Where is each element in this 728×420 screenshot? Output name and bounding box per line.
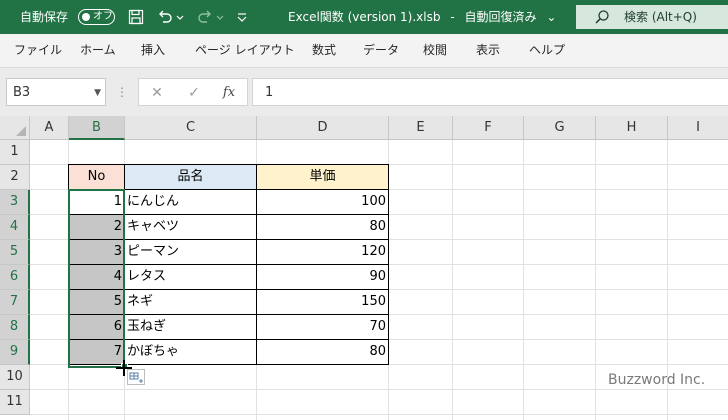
- gridline: [30, 389, 728, 390]
- row-header-6[interactable]: 6: [0, 265, 30, 290]
- tab-help[interactable]: ヘルプ: [529, 42, 565, 58]
- row-header-2[interactable]: 2: [0, 165, 30, 190]
- enter-icon[interactable]: ✓: [184, 83, 204, 103]
- autofill-options-icon[interactable]: [127, 369, 145, 385]
- formula-bar: B3 ▼ ⋮ ✕ ✓ fx 1: [0, 68, 728, 116]
- header-cell-name[interactable]: 品名: [124, 164, 257, 190]
- file-name: Excel関数 (version 1).xlsb: [288, 10, 441, 24]
- cell-price[interactable]: 80: [256, 214, 389, 240]
- cell-price[interactable]: 90: [256, 264, 389, 290]
- search-box[interactable]: 検索 (Alt+Q): [576, 5, 728, 29]
- row-header-8[interactable]: 8: [0, 315, 30, 340]
- row-header-7[interactable]: 7: [0, 290, 30, 315]
- cell-no[interactable]: 6: [68, 314, 125, 340]
- toggle-knob: [82, 13, 90, 21]
- cell-name[interactable]: レタス: [124, 264, 257, 290]
- cell-name[interactable]: ピーマン: [124, 239, 257, 265]
- cell-no[interactable]: 5: [68, 289, 125, 315]
- cell-name[interactable]: キャベツ: [124, 214, 257, 240]
- formula-buttons: ✕ ✓ fx: [138, 78, 248, 106]
- cell-no[interactable]: 1: [68, 189, 125, 215]
- gridline: [452, 140, 453, 420]
- row-header-11[interactable]: 11: [0, 390, 30, 415]
- insert-function-icon[interactable]: fx: [219, 83, 239, 103]
- column-header-i[interactable]: I: [668, 116, 728, 140]
- tab-page-layout[interactable]: ページ レイアウト: [195, 42, 295, 58]
- formula-bar-handle-icon[interactable]: ⋮: [116, 80, 128, 104]
- cell-price[interactable]: 80: [256, 339, 389, 365]
- gridline: [30, 414, 728, 415]
- name-box-value: B3: [13, 85, 31, 100]
- tab-home[interactable]: ホーム: [80, 42, 116, 58]
- row-header-3[interactable]: 3: [0, 190, 30, 215]
- cell-price[interactable]: 100: [256, 189, 389, 215]
- row-header-5[interactable]: 5: [0, 240, 30, 265]
- save-icon[interactable]: [127, 8, 145, 26]
- tab-formulas[interactable]: 数式: [312, 42, 336, 58]
- tab-file[interactable]: ファイル: [14, 42, 62, 58]
- cell-name[interactable]: かぼちゃ: [124, 339, 257, 365]
- column-header-a[interactable]: A: [30, 116, 69, 140]
- cell-price[interactable]: 70: [256, 314, 389, 340]
- search-icon: [594, 9, 610, 25]
- formula-value: 1: [265, 85, 274, 100]
- autosave-state: オフ: [93, 11, 113, 22]
- name-box-dropdown-icon[interactable]: ▼: [94, 85, 101, 101]
- column-header-b[interactable]: B: [69, 116, 125, 140]
- column-header-d[interactable]: D: [257, 116, 389, 140]
- column-header-c[interactable]: C: [125, 116, 257, 140]
- row-header-10[interactable]: 10: [0, 365, 30, 390]
- redo-icon: [196, 8, 214, 26]
- cell-no[interactable]: 4: [68, 264, 125, 290]
- name-box[interactable]: B3 ▼: [6, 78, 106, 106]
- ribbon-tabs: ファイル ホーム 挿入 ページ レイアウト 数式 データ 校閲 表示 ヘルプ: [0, 34, 728, 68]
- cell-price[interactable]: 120: [256, 239, 389, 265]
- row-header-4[interactable]: 4: [0, 215, 30, 240]
- undo-icon[interactable]: [156, 8, 174, 26]
- watermark: Buzzword Inc.: [608, 372, 706, 388]
- row-header-9[interactable]: 9: [0, 340, 30, 365]
- autosave-label: 自動保存: [20, 10, 69, 24]
- title-separator: -: [450, 10, 455, 24]
- cell-name[interactable]: 玉ねぎ: [124, 314, 257, 340]
- customize-toolbar-icon[interactable]: [236, 8, 248, 26]
- cell-no[interactable]: 2: [68, 214, 125, 240]
- header-cell-price[interactable]: 単価: [256, 164, 389, 190]
- spreadsheet-grid[interactable]: A B C D E F G H I 1 2 3 4 5 6 7 8 9 10 1…: [0, 116, 728, 420]
- title-bar: 自動保存 オフ Excel関数 (version 1).xlsb - 自動回復済…: [0, 0, 728, 34]
- tab-insert[interactable]: 挿入: [141, 42, 165, 58]
- cell-name[interactable]: にんじん: [124, 189, 257, 215]
- tab-review[interactable]: 校閲: [423, 42, 447, 58]
- redo-dropdown-icon: [215, 8, 225, 26]
- column-header-h[interactable]: H: [596, 116, 668, 140]
- document-title[interactable]: Excel関数 (version 1).xlsb - 自動回復済み ⌄: [288, 9, 556, 25]
- select-all-icon: [16, 126, 26, 136]
- undo-dropdown-icon[interactable]: [175, 8, 185, 26]
- cancel-icon[interactable]: ✕: [147, 83, 167, 103]
- save-status: 自動回復済み: [464, 10, 537, 24]
- title-chevron-icon: ⌄: [546, 10, 557, 24]
- row-header-1[interactable]: 1: [0, 140, 30, 165]
- column-header-f[interactable]: F: [453, 116, 524, 140]
- select-all-button[interactable]: [0, 116, 30, 140]
- cell-no[interactable]: 3: [68, 239, 125, 265]
- gridline: [595, 140, 596, 420]
- autosave-toggle[interactable]: オフ: [78, 9, 115, 25]
- column-header-e[interactable]: E: [389, 116, 453, 140]
- tab-view[interactable]: 表示: [476, 42, 500, 58]
- formula-input[interactable]: 1: [252, 78, 728, 106]
- column-header-g[interactable]: G: [524, 116, 596, 140]
- tab-data[interactable]: データ: [363, 42, 399, 58]
- header-cell-no[interactable]: No: [68, 164, 125, 190]
- cell-name[interactable]: ネギ: [124, 289, 257, 315]
- search-placeholder: 検索 (Alt+Q): [624, 10, 697, 24]
- gridline: [523, 140, 524, 420]
- cell-price[interactable]: 150: [256, 289, 389, 315]
